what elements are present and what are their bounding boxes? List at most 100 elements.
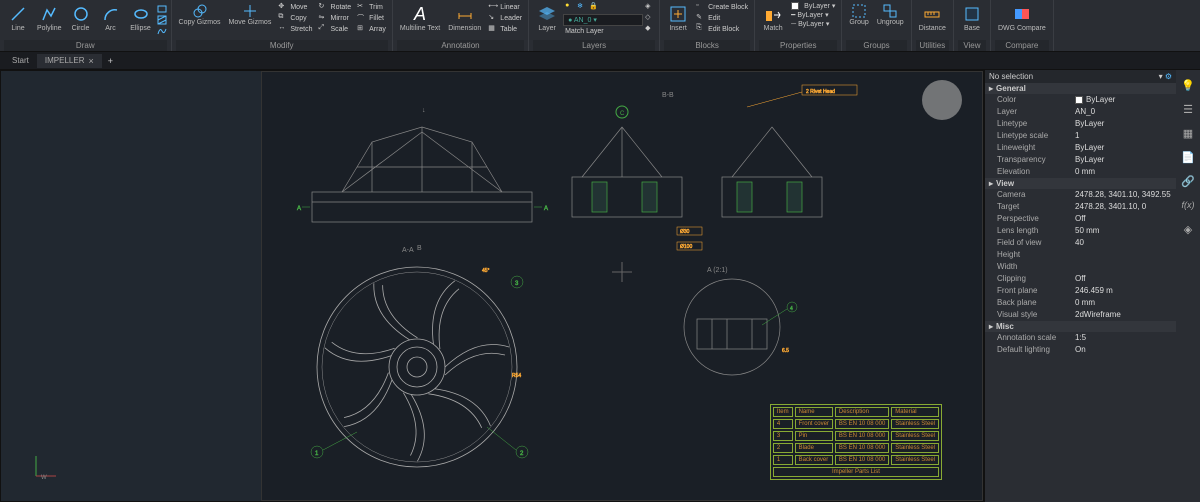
lock-icon[interactable]: 🔒 [589,2,599,12]
layers-tool-icon[interactable]: ◈ [1179,220,1197,238]
ellipse-tool[interactable]: Ellipse [127,2,155,36]
base-view[interactable]: Base [958,2,986,33]
fillet-tool[interactable]: ⌒Fillet [355,13,388,23]
layer-combo[interactable]: ● AN_0 ▾ [563,14,643,26]
polyline-icon [38,3,60,25]
prop-row-annoscale[interactable]: Annotation scale1:5 [985,332,1176,344]
arc-tool[interactable]: Arc [97,2,125,36]
props-section-view[interactable]: ▸ View [985,178,1176,189]
blocks-tool-icon[interactable]: ▦ [1179,124,1197,142]
layer-props[interactable]: Layer [533,2,561,35]
ribbon-panel-utilities: Distance Utilities [912,0,954,51]
prop-row-color[interactable]: ColorByLayer [985,94,1176,106]
prop-row-width[interactable]: Width [985,261,1176,273]
scale-tool[interactable]: ⤢Scale [317,24,354,34]
prop-row-lighting[interactable]: Default lightingOn [985,344,1176,356]
prop-row-ltscale[interactable]: Linetype scale1 [985,130,1176,142]
line-icon [7,3,29,25]
props-tool-icon[interactable]: ☰ [1179,100,1197,118]
move-tool[interactable]: ✥Move [276,2,314,12]
copy-gizmos[interactable]: Copy Gizmos [176,2,224,34]
prop-row-perspective[interactable]: PerspectiveOff [985,213,1176,225]
prop-row-elevation[interactable]: Elevation0 mm [985,166,1176,178]
prop-row-transparency[interactable]: TransparencyByLayer [985,154,1176,166]
create-block[interactable]: ▫Create Block [694,2,750,12]
svg-text:B: B [417,245,422,252]
edit-block-in[interactable]: ⎘Edit Block [694,24,750,34]
xref-tool-icon[interactable]: 🔗 [1179,172,1197,190]
move-gizmos[interactable]: Move Gizmos [226,2,275,34]
array-tool[interactable]: ⊞Array [355,24,388,34]
group-tool[interactable]: Group [846,2,871,27]
sheet-tool-icon[interactable]: 📄 [1179,148,1197,166]
new-tab-button[interactable]: + [102,56,119,66]
prop-row-visualstyle[interactable]: Visual style2dWireframe [985,309,1176,321]
bulb-tool-icon[interactable]: 💡 [1179,76,1197,94]
layer-iso-icon[interactable]: ◈ [645,2,655,12]
compare-icon [1011,3,1033,25]
props-pick-icon[interactable]: ▾ [1159,72,1163,81]
fx-tool-icon[interactable]: f(x) [1179,196,1197,214]
prop-ltype[interactable]: ─ ByLayer ▾ [789,20,837,28]
ungroup-tool[interactable]: Ungroup [874,2,907,27]
hatch-icon[interactable] [157,15,167,25]
props-section-misc[interactable]: ▸ Misc [985,321,1176,332]
text-tool[interactable]: AMultiline Text [397,2,443,34]
prop-row-lens[interactable]: Lens length50 mm [985,225,1176,237]
spline-icon[interactable] [157,26,167,36]
drawing-viewport[interactable]: ↓ B A A A-A [261,71,983,501]
copy-icon: ⧉ [278,13,288,23]
match-icon [762,3,784,25]
tab-start[interactable]: Start [4,54,37,67]
view-cube[interactable] [922,80,962,120]
line-tool[interactable]: Line [4,2,32,36]
prop-color[interactable]: ByLayer ▾ [789,2,837,10]
trim-tool[interactable]: ✂Trim [355,2,388,12]
bulb-icon[interactable]: ● [565,2,575,12]
detail-a-view: 4 6.5 [662,277,812,387]
tab-impeller[interactable]: IMPELLER× [37,54,102,68]
dimension-tool[interactable]: Dimension [445,2,484,34]
circle-tool[interactable]: Circle [67,2,95,36]
group-icon [851,3,867,19]
prop-row-frontplane[interactable]: Front plane246.459 m [985,285,1176,297]
rect-icon[interactable] [157,4,167,14]
leader-tool[interactable]: ↘Leader [486,13,524,23]
mirror-tool[interactable]: ⇋Mirror [317,13,354,23]
copy-gizmo-icon [192,3,208,19]
layer-off-icon[interactable]: ◇ [645,13,655,23]
ribbon-toolbar: Line Polyline Circle Arc Ellipse Draw Co… [0,0,1200,52]
linear-dim[interactable]: ⟷Linear [486,2,524,12]
prop-row-linetype[interactable]: LinetypeByLayer [985,118,1176,130]
match-layer[interactable]: Match Layer [563,28,643,35]
prop-row-height[interactable]: Height [985,249,1176,261]
stretch-tool[interactable]: ↔Stretch [276,24,314,34]
svg-text:W: W [41,475,47,481]
prop-row-layer[interactable]: LayerAN_0 [985,106,1176,118]
insert-block[interactable]: Insert [664,2,692,34]
polyline-tool[interactable]: Polyline [34,2,65,36]
table-tool[interactable]: ▦Table [486,24,524,34]
copy-tool[interactable]: ⧉Copy [276,13,314,23]
props-filter-icon[interactable]: ⚙ [1165,72,1172,81]
freeze-icon[interactable]: ❄ [577,2,587,12]
prop-lweight[interactable]: ━ ByLayer ▾ [789,11,837,19]
props-section-general[interactable]: ▸ General [985,83,1176,94]
edit-block[interactable]: ✎Edit [694,13,750,23]
prop-row-clipping[interactable]: ClippingOff [985,273,1176,285]
compare-tool[interactable]: DWG Compare [995,2,1049,33]
match-props[interactable]: Match [759,2,787,33]
properties-palette: No selection ▾ ⚙ ▸ General ColorByLayer … [984,70,1176,502]
rotate-tool[interactable]: ↻Rotate [317,2,354,12]
prop-row-lweight[interactable]: LineweightByLayer [985,142,1176,154]
panel-label-layers: Layers [533,40,655,51]
distance-tool[interactable]: Distance [916,2,949,33]
panel-label-block: Blocks [664,40,750,51]
layer-lock-icon[interactable]: ◆ [645,24,655,34]
prop-row-backplane[interactable]: Back plane0 mm [985,297,1176,309]
prop-row-fov[interactable]: Field of view40 [985,237,1176,249]
model-space[interactable]: W ↓ B A [0,70,984,502]
svg-text:4: 4 [790,306,793,312]
ucs-icon[interactable]: W [31,451,61,481]
close-icon[interactable]: × [88,56,93,66]
